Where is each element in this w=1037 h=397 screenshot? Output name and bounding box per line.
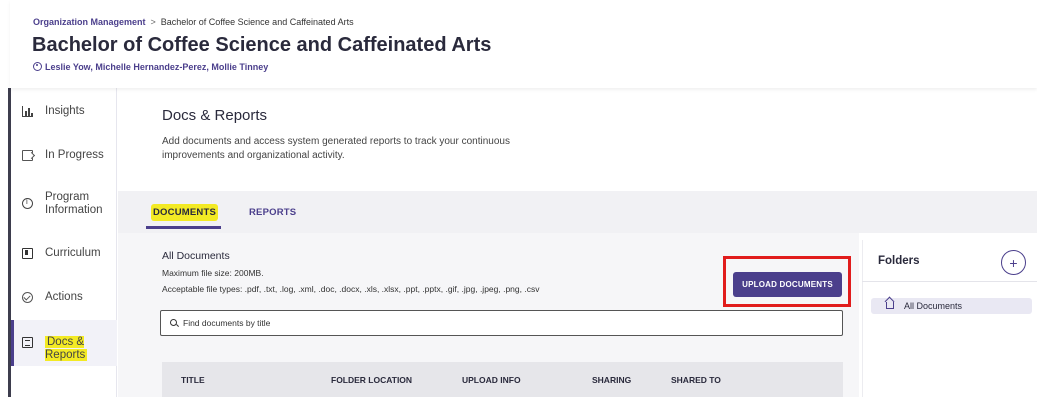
active-indicator [11, 320, 14, 366]
breadcrumb: Organization Management > Bachelor of Coff… [33, 17, 354, 27]
document-search [160, 310, 843, 336]
sidebar-item-label: In Progress [45, 149, 104, 161]
bar-chart-icon [22, 106, 33, 117]
sidebar: Insights In Progress Program Information… [11, 88, 117, 397]
sidebar-item-program-information[interactable]: Program Information [11, 191, 117, 217]
tab-documents[interactable]: DOCUMENTS [151, 204, 219, 221]
acceptable-file-types: Acceptable file types: .pdf, .txt, .log,… [162, 284, 540, 294]
folders-title: Folders [878, 255, 920, 267]
page-header: Organization Management > Bachelor of Coff… [10, 0, 1037, 88]
annotation-highlight-box [723, 256, 851, 307]
people-names: Leslie Yow, Michelle Hernandez-Perez, Mo… [45, 62, 269, 72]
column-header-title[interactable]: TITLE [181, 375, 205, 385]
info-icon [22, 197, 33, 209]
bookmark-icon [22, 248, 33, 259]
section-description: Add documents and access system generate… [162, 136, 510, 161]
tab-reports[interactable]: REPORTS [249, 207, 296, 218]
sidebar-item-curriculum[interactable]: Curriculum [11, 247, 117, 260]
sidebar-item-highlight: Docs & Reports [45, 336, 88, 361]
folders-divider [862, 281, 1037, 282]
sidebar-item-label: Curriculum [45, 247, 101, 259]
sidebar-item-actions[interactable]: Actions [11, 291, 117, 304]
folder-item-all-documents[interactable]: All Documents [871, 298, 1032, 314]
sidebar-item-label: Program Information [45, 191, 103, 216]
sidebar-item-insights[interactable]: Insights [11, 105, 117, 118]
search-input[interactable] [183, 315, 823, 331]
folder-label: All Documents [904, 301, 963, 311]
search-icon [170, 319, 177, 326]
column-header-upload-info[interactable]: UPLOAD INFO [462, 375, 521, 385]
breadcrumb-current: Bachelor of Coffee Science and Caffeinat… [160, 17, 354, 27]
progress-icon [22, 150, 33, 161]
add-folder-button[interactable]: + [1001, 250, 1026, 275]
breadcrumb-separator: > [150, 17, 156, 27]
sidebar-item-label: Actions [45, 291, 83, 303]
documents-table-header: TITLE FOLDER LOCATION UPLOAD INFO SHARIN… [162, 362, 843, 397]
check-circle-icon [22, 292, 33, 303]
active-tab-underline [146, 226, 221, 229]
section-title: Docs & Reports [162, 107, 268, 124]
column-header-folder-location[interactable]: FOLDER LOCATION [331, 375, 412, 385]
breadcrumb-link-organization[interactable]: Organization Management [33, 17, 146, 27]
sidebar-item-in-progress[interactable]: In Progress [11, 149, 117, 162]
home-icon [886, 302, 894, 309]
sidebar-item-label: Insights [45, 105, 85, 117]
program-people[interactable]: Leslie Yow, Michelle Hernandez-Perez, Mo… [33, 62, 268, 72]
page-title: Bachelor of Coffee Science and Caffeinat… [32, 34, 492, 56]
person-icon [33, 62, 42, 71]
tab-label: DOCUMENTS [151, 204, 219, 221]
document-icon [22, 337, 33, 348]
sidebar-item-docs-reports[interactable]: Docs & Reports [11, 320, 117, 366]
column-header-sharing[interactable]: SHARING [592, 375, 631, 385]
tab-bar: DOCUMENTS REPORTS [118, 191, 1037, 233]
sidebar-item-label: Docs & Reports [45, 336, 95, 362]
documents-heading: All Documents [162, 250, 230, 262]
max-file-size: Maximum file size: 200MB. [162, 268, 264, 278]
column-header-shared-to[interactable]: SHARED TO [671, 375, 721, 385]
